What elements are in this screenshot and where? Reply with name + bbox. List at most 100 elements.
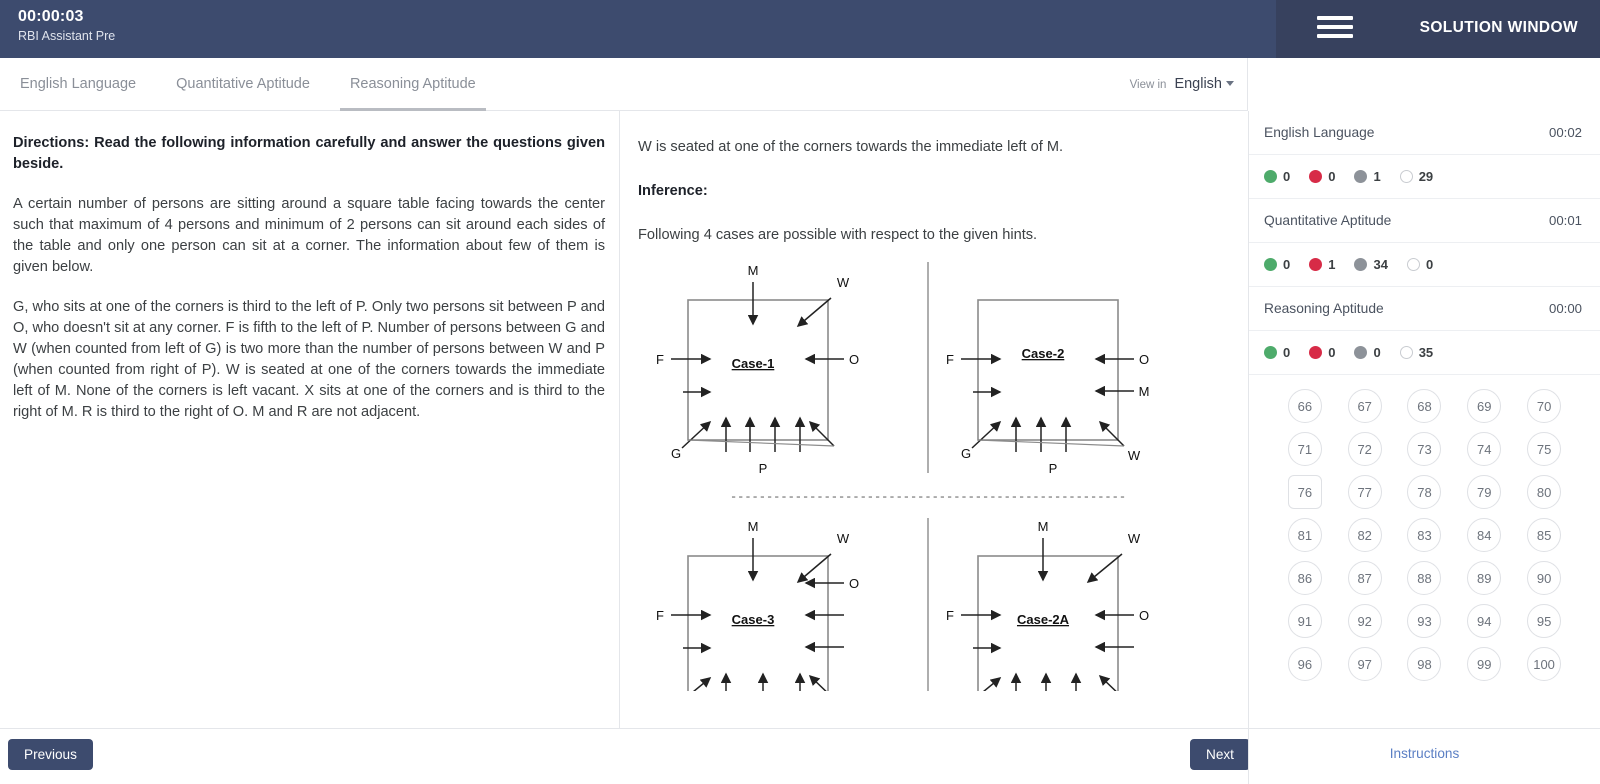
case-2-label-right-bottom: M	[1139, 384, 1150, 399]
stat-count: 29	[1418, 169, 1434, 184]
question-number-84[interactable]: 84	[1467, 518, 1502, 552]
case-1-label-top: M	[748, 263, 759, 278]
case-1-label-bottom-left: G	[671, 446, 681, 461]
stat-not-answered: 0	[1309, 345, 1335, 360]
stat-count: 1	[1328, 257, 1336, 272]
question-number-82[interactable]: 82	[1347, 518, 1382, 552]
question-number-100[interactable]: 100	[1527, 647, 1562, 681]
question-number-78[interactable]: 78	[1407, 475, 1442, 509]
case-1-label-top-right: W	[837, 275, 850, 290]
question-number-85[interactable]: 85	[1527, 518, 1562, 552]
stat-not-visited: 35	[1399, 345, 1434, 360]
question-number-79[interactable]: 79	[1467, 475, 1502, 509]
question-number-91[interactable]: 91	[1287, 604, 1322, 638]
answered-dot-icon	[1264, 258, 1277, 271]
case-2-diagram: Case-2 F O M G P W	[946, 299, 1150, 476]
question-number-95[interactable]: 95	[1527, 604, 1562, 638]
question-number-92[interactable]: 92	[1347, 604, 1382, 638]
answered-dot-icon	[1264, 170, 1277, 183]
question-number-72[interactable]: 72	[1347, 432, 1382, 466]
question-number-71[interactable]: 71	[1287, 432, 1322, 466]
question-number-98[interactable]: 98	[1407, 647, 1442, 681]
question-number-97[interactable]: 97	[1347, 647, 1382, 681]
question-number-74[interactable]: 74	[1467, 432, 1502, 466]
question-number-99[interactable]: 99	[1467, 647, 1502, 681]
solution-panel: W is seated at one of the corners toward…	[621, 111, 1248, 728]
not-answered-dot-icon	[1309, 258, 1323, 271]
next-button[interactable]: Next	[1190, 739, 1250, 770]
question-number-69[interactable]: 69	[1467, 389, 1502, 423]
solution-panel-scrollbar-track[interactable]	[1236, 111, 1245, 728]
case-diagrams: Case-1 M W F O G P Case-2 F O M G P W --…	[638, 260, 1218, 702]
question-number-80[interactable]: 80	[1527, 475, 1562, 509]
case-diagram-row-1: Case-1 M W F O G P Case-2 F O M G P W	[656, 262, 1150, 476]
stat-count: 0	[1425, 257, 1434, 272]
stat-count: 34	[1373, 257, 1388, 272]
view-in-value[interactable]: English	[1174, 76, 1234, 92]
hamburger-menu-icon[interactable]	[1317, 16, 1353, 42]
stat-answered: 0	[1264, 345, 1290, 360]
view-in-language-selector[interactable]: View in English	[1130, 76, 1234, 92]
stat-count: 35	[1418, 345, 1434, 360]
stat-answered: 0	[1264, 257, 1290, 272]
stat-not-answered: 1	[1309, 257, 1335, 272]
stat-answered: 0	[1264, 169, 1290, 184]
tab-english-language[interactable]: English Language	[0, 58, 156, 111]
question-number-83[interactable]: 83	[1407, 518, 1442, 552]
case-2-title: Case-2	[1022, 346, 1065, 361]
section-name: Reasoning Aptitude	[1264, 301, 1384, 316]
question-number-75[interactable]: 75	[1527, 432, 1562, 466]
section-stats-quantitative-aptitude: 0 1 34 0	[1249, 243, 1600, 287]
question-number-67[interactable]: 67	[1347, 389, 1382, 423]
previous-button[interactable]: Previous	[8, 739, 93, 770]
case-2-label-left: F	[946, 352, 954, 367]
stat-count: 0	[1283, 257, 1291, 272]
question-number-68[interactable]: 68	[1407, 389, 1442, 423]
question-number-81[interactable]: 81	[1287, 518, 1322, 552]
passage-paragraph-1: A certain number of persons are sitting …	[13, 196, 605, 275]
question-number-76[interactable]: 76	[1287, 475, 1322, 509]
tab-reasoning-aptitude[interactable]: Reasoning Aptitude	[330, 58, 496, 111]
stat-count: 0	[1328, 345, 1336, 360]
question-number-89[interactable]: 89	[1467, 561, 1502, 595]
question-number-77[interactable]: 77	[1347, 475, 1382, 509]
question-number-94[interactable]: 94	[1467, 604, 1502, 638]
passage-directions: Directions: Read the following informati…	[13, 135, 605, 172]
case-diagram-row-2: Case-3 M W F O Case-2A M W F O	[656, 518, 1149, 702]
tabbar-divider	[1247, 58, 1248, 111]
stat-count: 0	[1373, 345, 1381, 360]
passage-paragraph-2: G, who sits at one of the corners is thi…	[13, 299, 605, 420]
question-number-93[interactable]: 93	[1407, 604, 1442, 638]
chevron-down-icon	[1226, 81, 1234, 86]
case-2-label-bottom-right: W	[1128, 448, 1141, 463]
tab-quantitative-aptitude[interactable]: Quantitative Aptitude	[156, 58, 330, 111]
not-answered-dot-icon	[1309, 170, 1323, 183]
marked-dot-icon	[1354, 346, 1368, 359]
not-visited-dot-icon	[1399, 170, 1413, 183]
section-tabbar: English Language Quantitative Aptitude R…	[0, 58, 1248, 111]
case-3-title: Case-3	[732, 612, 775, 627]
question-number-87[interactable]: 87	[1347, 561, 1382, 595]
not-visited-dot-icon	[1399, 346, 1413, 359]
stat-marked: 34	[1354, 257, 1388, 272]
passage-panel: Directions: Read the following informati…	[0, 111, 620, 728]
marked-dot-icon	[1354, 170, 1368, 183]
stat-marked: 0	[1354, 345, 1381, 360]
inference-text: Following 4 cases are possible with resp…	[638, 227, 1038, 243]
question-number-86[interactable]: 86	[1287, 561, 1322, 595]
instructions-link[interactable]: Instructions	[1249, 746, 1600, 761]
question-number-88[interactable]: 88	[1407, 561, 1442, 595]
marked-dot-icon	[1354, 258, 1368, 271]
question-number-73[interactable]: 73	[1407, 432, 1442, 466]
view-in-label: View in	[1129, 79, 1167, 91]
question-number-66[interactable]: 66	[1287, 389, 1322, 423]
case-1-label-right: O	[849, 352, 859, 367]
question-number-96[interactable]: 96	[1287, 647, 1322, 681]
question-number-90[interactable]: 90	[1527, 561, 1562, 595]
case-3-label-top-right: W	[837, 531, 850, 546]
exam-name: RBI Assistant Pre	[18, 29, 116, 43]
section-summary-quantitative-aptitude: Quantitative Aptitude 00:01	[1249, 199, 1600, 243]
case-1-label-left: F	[656, 352, 664, 367]
section-time: 00:01	[1548, 213, 1582, 228]
question-number-70[interactable]: 70	[1527, 389, 1562, 423]
